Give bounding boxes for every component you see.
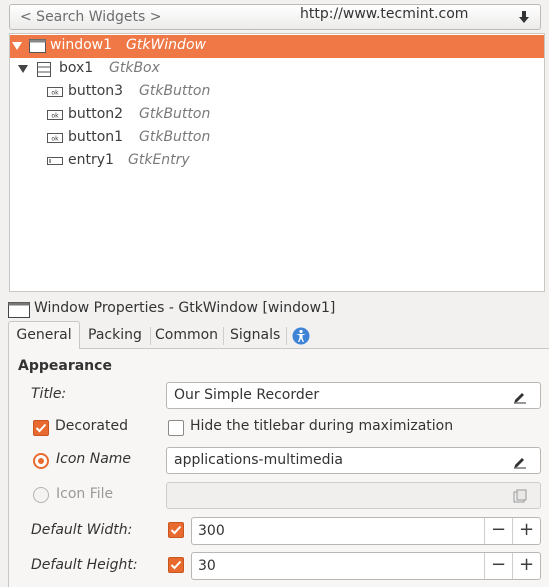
window-icon <box>8 302 30 318</box>
default-height-label: Default Height: <box>31 557 138 573</box>
expander-open-icon[interactable] <box>18 64 28 74</box>
default-width-label: Default Width: <box>31 522 133 538</box>
button-icon: ok <box>47 110 63 120</box>
entry-icon <box>47 157 63 165</box>
icon-name-label: Icon Name <box>56 451 132 467</box>
icon-file-field <box>166 482 541 509</box>
tree-item-type: GtkWindow <box>126 37 206 53</box>
minus-icon[interactable]: − <box>484 518 512 544</box>
tab-common[interactable]: Common <box>155 323 218 349</box>
window-icon <box>29 39 46 53</box>
checkmark-icon <box>170 560 182 570</box>
tree-row-button1[interactable]: ok button1 GtkButton <box>10 127 544 150</box>
edit-pencil-icon[interactable] <box>512 453 528 469</box>
tab-packing[interactable]: Packing <box>88 323 142 349</box>
tab-signals[interactable]: Signals <box>230 323 280 349</box>
tree-item-name: button3 <box>68 83 124 99</box>
tree-item-type: GtkButton <box>139 106 211 122</box>
box-icon <box>37 62 51 77</box>
tree-item-type: GtkButton <box>139 83 211 99</box>
tab-separator <box>286 327 287 345</box>
hide-titlebar-label: Hide the titlebar during maximization <box>190 418 454 434</box>
tree-row-window1[interactable]: window1 GtkWindow <box>10 35 544 58</box>
tree-item-name: button2 <box>68 106 124 122</box>
checkmark-icon <box>35 423 47 433</box>
tree-row-entry1[interactable]: entry1 GtkEntry <box>10 150 544 173</box>
tab-separator <box>150 327 151 345</box>
accessibility-tab-icon[interactable] <box>292 327 310 345</box>
properties-title: Window Properties - GtkWindow [window1] <box>34 300 336 316</box>
tree-row-box1[interactable]: box1 GtkBox <box>10 58 544 81</box>
default-width-checkbox[interactable] <box>168 522 184 538</box>
dropdown-arrow-icon[interactable] <box>517 9 531 25</box>
tree-row-button3[interactable]: ok button3 GtkButton <box>10 81 544 104</box>
title-value: Our Simple Recorder <box>174 387 320 403</box>
tab-general[interactable]: General <box>8 321 80 349</box>
svg-text:ok: ok <box>51 90 59 97</box>
button-icon: ok <box>47 87 63 97</box>
title-label: Title: <box>31 386 67 402</box>
tree-item-type: GtkButton <box>139 129 211 145</box>
tree-item-name: window1 <box>50 37 113 53</box>
edit-pencil-icon[interactable] <box>512 388 528 404</box>
tree-item-type: GtkBox <box>109 60 160 76</box>
icon-name-value: applications-multimedia <box>174 452 343 468</box>
tree-item-name: button1 <box>68 129 124 145</box>
checkmark-icon <box>170 525 182 535</box>
button-icon: ok <box>47 133 63 143</box>
tab-separator <box>223 327 224 345</box>
tree-row-button2[interactable]: ok button2 GtkButton <box>10 104 544 127</box>
search-placeholder: < Search Widgets > <box>20 9 162 25</box>
default-width-spinner[interactable]: 300 − + <box>191 517 541 545</box>
section-heading: Appearance <box>18 358 112 374</box>
tree-item-name: entry1 <box>68 152 114 168</box>
decorated-checkbox[interactable] <box>33 420 49 436</box>
default-height-spinner[interactable]: 30 − + <box>191 552 541 580</box>
default-width-value: 300 <box>198 523 225 539</box>
plus-icon[interactable]: + <box>512 553 540 579</box>
search-widgets-field[interactable]: < Search Widgets > http://www.tecmint.co… <box>9 4 541 30</box>
properties-tabs: General Packing Common Signals <box>8 321 549 349</box>
tree-item-type: GtkEntry <box>128 152 190 168</box>
title-field[interactable]: Our Simple Recorder <box>166 382 541 409</box>
file-chooser-icon <box>513 489 527 503</box>
tree-item-name: box1 <box>59 60 94 76</box>
icon-name-field[interactable]: applications-multimedia <box>166 447 541 474</box>
icon-file-radio[interactable] <box>33 487 49 503</box>
decorated-label: Decorated <box>55 418 128 434</box>
widget-tree: window1 GtkWindow box1 GtkBox ok button3… <box>9 33 545 292</box>
default-height-value: 30 <box>198 558 216 574</box>
expander-open-icon[interactable] <box>12 41 22 51</box>
svg-text:ok: ok <box>51 113 59 120</box>
svg-text:ok: ok <box>51 136 59 143</box>
icon-name-radio[interactable] <box>33 453 49 469</box>
plus-icon[interactable]: + <box>512 518 540 544</box>
hide-titlebar-checkbox[interactable] <box>168 420 184 436</box>
default-height-checkbox[interactable] <box>168 557 184 573</box>
watermark-text: http://www.tecmint.com <box>300 6 469 22</box>
minus-icon[interactable]: − <box>484 553 512 579</box>
icon-file-label: Icon File <box>56 486 114 502</box>
